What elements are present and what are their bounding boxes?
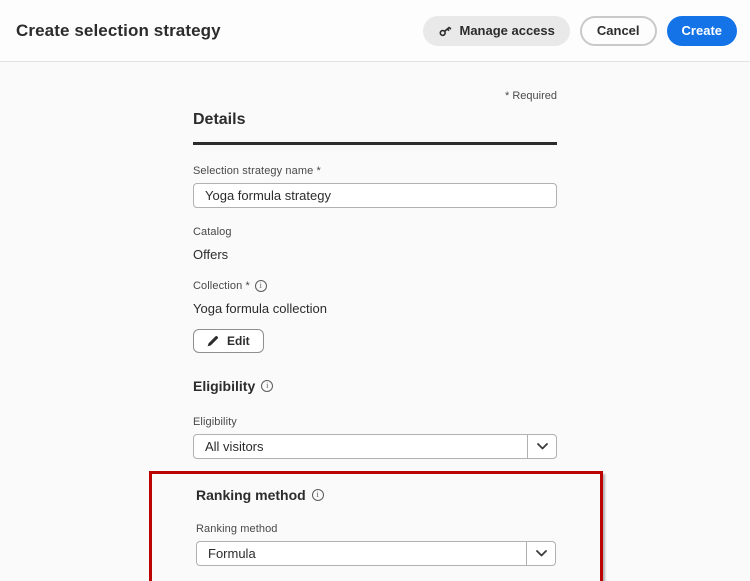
ranking-field-label: Ranking method xyxy=(196,523,556,535)
info-icon[interactable]: i xyxy=(255,280,267,292)
ranking-method-highlight-box: Ranking method i Ranking method Formula … xyxy=(149,471,603,581)
name-field-group: Selection strategy name * xyxy=(193,165,557,208)
collection-field-group: Collection * i Yoga formula collection E… xyxy=(193,280,557,353)
catalog-value: Offers xyxy=(193,247,557,262)
page-title: Create selection strategy xyxy=(16,21,221,41)
manage-access-label: Manage access xyxy=(459,23,554,38)
eligibility-select-value: All visitors xyxy=(194,435,527,458)
manage-access-button[interactable]: Manage access xyxy=(423,16,569,46)
collection-field-label: Collection * i xyxy=(193,280,557,292)
collection-value: Yoga formula collection xyxy=(193,301,557,316)
catalog-field-label: Catalog xyxy=(193,226,557,238)
header-actions: Manage access Cancel Create xyxy=(423,16,737,46)
eligibility-field-label: Eligibility xyxy=(193,416,557,428)
form-content: * Required Details Selection strategy na… xyxy=(193,90,557,581)
edit-collection-label: Edit xyxy=(227,334,250,348)
cancel-label: Cancel xyxy=(597,23,640,38)
info-icon[interactable]: i xyxy=(261,380,273,392)
ranking-select-value: Formula xyxy=(197,542,526,565)
ranking-field-group: Ranking method Formula xyxy=(196,523,556,566)
ranking-method-select[interactable]: Formula xyxy=(196,541,556,566)
eligibility-heading: Eligibility i xyxy=(193,378,557,394)
collection-label-text: Collection * xyxy=(193,280,250,292)
create-button[interactable]: Create xyxy=(667,16,737,46)
ranking-heading: Ranking method i xyxy=(196,487,556,503)
eligibility-field-group: Eligibility All visitors xyxy=(193,416,557,459)
edit-collection-button[interactable]: Edit xyxy=(193,329,264,353)
required-note: * Required xyxy=(193,90,557,102)
selection-strategy-name-input[interactable] xyxy=(193,183,557,208)
info-icon[interactable]: i xyxy=(312,489,324,501)
name-field-label: Selection strategy name * xyxy=(193,165,557,177)
pencil-icon xyxy=(207,335,219,347)
eligibility-heading-text: Eligibility xyxy=(193,378,255,394)
header-bar: Create selection strategy Manage access … xyxy=(0,0,750,62)
cancel-button[interactable]: Cancel xyxy=(580,16,657,46)
eligibility-select[interactable]: All visitors xyxy=(193,434,557,459)
create-label: Create xyxy=(682,23,722,38)
details-heading: Details xyxy=(193,111,557,145)
chevron-down-icon[interactable] xyxy=(526,542,555,565)
chevron-down-icon[interactable] xyxy=(527,435,556,458)
ranking-heading-text: Ranking method xyxy=(196,487,306,503)
catalog-field-group: Catalog Offers xyxy=(193,226,557,262)
key-icon xyxy=(438,24,452,38)
